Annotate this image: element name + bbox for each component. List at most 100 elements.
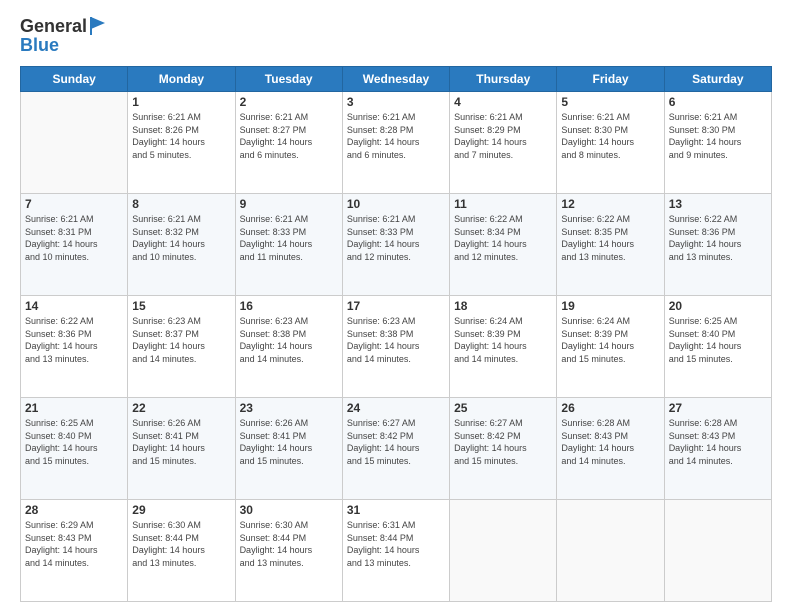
calendar-cell: 16 Sunrise: 6:23 AM Sunset: 8:38 PM Dayli… <box>235 296 342 398</box>
day-number: 7 <box>25 197 123 211</box>
day-info: Sunrise: 6:21 AM Sunset: 8:32 PM Dayligh… <box>132 213 230 263</box>
header: General Blue <box>20 16 772 56</box>
day-info: Sunrise: 6:21 AM Sunset: 8:33 PM Dayligh… <box>240 213 338 263</box>
day-number: 23 <box>240 401 338 415</box>
weekday-header-monday: Monday <box>128 67 235 92</box>
weekday-header-row: SundayMondayTuesdayWednesdayThursdayFrid… <box>21 67 772 92</box>
day-info: Sunrise: 6:22 AM Sunset: 8:36 PM Dayligh… <box>25 315 123 365</box>
day-number: 28 <box>25 503 123 517</box>
calendar-cell: 14 Sunrise: 6:22 AM Sunset: 8:36 PM Dayli… <box>21 296 128 398</box>
logo: General Blue <box>20 16 107 56</box>
calendar-cell: 21 Sunrise: 6:25 AM Sunset: 8:40 PM Dayli… <box>21 398 128 500</box>
day-number: 21 <box>25 401 123 415</box>
calendar-cell: 30Sunrise: 6:30 AM Sunset: 8:44 PM Dayli… <box>235 500 342 602</box>
calendar-cell: 20Sunrise: 6:25 AM Sunset: 8:40 PM Dayli… <box>664 296 771 398</box>
day-info: Sunrise: 6:23 AM Sunset: 8:38 PM Dayligh… <box>347 315 445 365</box>
calendar-cell: 24Sunrise: 6:27 AM Sunset: 8:42 PM Dayli… <box>342 398 449 500</box>
day-info: Sunrise: 6:21 AM Sunset: 8:29 PM Dayligh… <box>454 111 552 161</box>
calendar-cell: 4 Sunrise: 6:21 AM Sunset: 8:29 PM Daylig… <box>450 92 557 194</box>
day-info: Sunrise: 6:23 AM Sunset: 8:37 PM Dayligh… <box>132 315 230 365</box>
day-number: 31 <box>347 503 445 517</box>
calendar-cell <box>21 92 128 194</box>
day-number: 5 <box>561 95 659 109</box>
day-number: 4 <box>454 95 552 109</box>
day-number: 19 <box>561 299 659 313</box>
day-number: 6 <box>669 95 767 109</box>
day-info: Sunrise: 6:21 AM Sunset: 8:30 PM Dayligh… <box>561 111 659 161</box>
calendar-week-row: 28 Sunrise: 6:29 AM Sunset: 8:43 PM Dayli… <box>21 500 772 602</box>
calendar-cell: 17Sunrise: 6:23 AM Sunset: 8:38 PM Dayli… <box>342 296 449 398</box>
page: General Blue SundayMondayTuesdayWednesda… <box>0 0 792 612</box>
calendar-week-row: 7 Sunrise: 6:21 AM Sunset: 8:31 PM Daylig… <box>21 194 772 296</box>
calendar-cell: 18 Sunrise: 6:24 AM Sunset: 8:39 PM Dayli… <box>450 296 557 398</box>
day-info: Sunrise: 6:31 AM Sunset: 8:44 PM Dayligh… <box>347 519 445 569</box>
day-info: Sunrise: 6:21 AM Sunset: 8:33 PM Dayligh… <box>347 213 445 263</box>
day-info: Sunrise: 6:27 AM Sunset: 8:42 PM Dayligh… <box>454 417 552 467</box>
weekday-header-sunday: Sunday <box>21 67 128 92</box>
calendar-cell: 3 Sunrise: 6:21 AM Sunset: 8:28 PM Daylig… <box>342 92 449 194</box>
calendar-cell: 29Sunrise: 6:30 AM Sunset: 8:44 PM Dayli… <box>128 500 235 602</box>
day-info: Sunrise: 6:22 AM Sunset: 8:35 PM Dayligh… <box>561 213 659 263</box>
calendar-cell: 5 Sunrise: 6:21 AM Sunset: 8:30 PM Daylig… <box>557 92 664 194</box>
day-number: 29 <box>132 503 230 517</box>
calendar-cell: 6 Sunrise: 6:21 AM Sunset: 8:30 PM Daylig… <box>664 92 771 194</box>
calendar-cell: 10Sunrise: 6:21 AM Sunset: 8:33 PM Dayli… <box>342 194 449 296</box>
day-number: 14 <box>25 299 123 313</box>
calendar-week-row: 14 Sunrise: 6:22 AM Sunset: 8:36 PM Dayli… <box>21 296 772 398</box>
calendar-cell <box>450 500 557 602</box>
weekday-header-friday: Friday <box>557 67 664 92</box>
day-number: 16 <box>240 299 338 313</box>
day-info: Sunrise: 6:28 AM Sunset: 8:43 PM Dayligh… <box>669 417 767 467</box>
calendar-cell: 7 Sunrise: 6:21 AM Sunset: 8:31 PM Daylig… <box>21 194 128 296</box>
day-number: 2 <box>240 95 338 109</box>
weekday-header-wednesday: Wednesday <box>342 67 449 92</box>
calendar-week-row: 21 Sunrise: 6:25 AM Sunset: 8:40 PM Dayli… <box>21 398 772 500</box>
day-number: 11 <box>454 197 552 211</box>
calendar-cell: 2 Sunrise: 6:21 AM Sunset: 8:27 PM Daylig… <box>235 92 342 194</box>
calendar-cell: 13 Sunrise: 6:22 AM Sunset: 8:36 PM Dayli… <box>664 194 771 296</box>
calendar-cell: 15 Sunrise: 6:23 AM Sunset: 8:37 PM Dayli… <box>128 296 235 398</box>
logo-general-text: General <box>20 16 87 37</box>
day-info: Sunrise: 6:21 AM Sunset: 8:27 PM Dayligh… <box>240 111 338 161</box>
day-number: 18 <box>454 299 552 313</box>
calendar-cell <box>557 500 664 602</box>
day-number: 8 <box>132 197 230 211</box>
day-number: 3 <box>347 95 445 109</box>
calendar-cell: 11 Sunrise: 6:22 AM Sunset: 8:34 PM Dayli… <box>450 194 557 296</box>
day-number: 9 <box>240 197 338 211</box>
day-number: 1 <box>132 95 230 109</box>
day-info: Sunrise: 6:21 AM Sunset: 8:30 PM Dayligh… <box>669 111 767 161</box>
day-number: 26 <box>561 401 659 415</box>
day-info: Sunrise: 6:21 AM Sunset: 8:28 PM Dayligh… <box>347 111 445 161</box>
day-number: 30 <box>240 503 338 517</box>
day-info: Sunrise: 6:27 AM Sunset: 8:42 PM Dayligh… <box>347 417 445 467</box>
calendar-cell: 27 Sunrise: 6:28 AM Sunset: 8:43 PM Dayli… <box>664 398 771 500</box>
day-info: Sunrise: 6:22 AM Sunset: 8:36 PM Dayligh… <box>669 213 767 263</box>
calendar-cell: 1Sunrise: 6:21 AM Sunset: 8:26 PM Daylig… <box>128 92 235 194</box>
day-number: 15 <box>132 299 230 313</box>
day-number: 13 <box>669 197 767 211</box>
day-info: Sunrise: 6:23 AM Sunset: 8:38 PM Dayligh… <box>240 315 338 365</box>
day-info: Sunrise: 6:26 AM Sunset: 8:41 PM Dayligh… <box>132 417 230 467</box>
calendar-cell <box>664 500 771 602</box>
calendar-cell: 12Sunrise: 6:22 AM Sunset: 8:35 PM Dayli… <box>557 194 664 296</box>
day-number: 22 <box>132 401 230 415</box>
weekday-header-thursday: Thursday <box>450 67 557 92</box>
calendar-cell: 31 Sunrise: 6:31 AM Sunset: 8:44 PM Dayli… <box>342 500 449 602</box>
day-info: Sunrise: 6:21 AM Sunset: 8:31 PM Dayligh… <box>25 213 123 263</box>
logo-flag-icon <box>89 15 107 37</box>
calendar-cell: 22 Sunrise: 6:26 AM Sunset: 8:41 PM Dayli… <box>128 398 235 500</box>
day-info: Sunrise: 6:25 AM Sunset: 8:40 PM Dayligh… <box>25 417 123 467</box>
logo-blue-text: Blue <box>20 35 107 56</box>
day-info: Sunrise: 6:26 AM Sunset: 8:41 PM Dayligh… <box>240 417 338 467</box>
calendar-cell: 28 Sunrise: 6:29 AM Sunset: 8:43 PM Dayli… <box>21 500 128 602</box>
day-number: 27 <box>669 401 767 415</box>
day-info: Sunrise: 6:24 AM Sunset: 8:39 PM Dayligh… <box>454 315 552 365</box>
day-info: Sunrise: 6:29 AM Sunset: 8:43 PM Dayligh… <box>25 519 123 569</box>
day-info: Sunrise: 6:22 AM Sunset: 8:34 PM Dayligh… <box>454 213 552 263</box>
day-info: Sunrise: 6:25 AM Sunset: 8:40 PM Dayligh… <box>669 315 767 365</box>
day-info: Sunrise: 6:24 AM Sunset: 8:39 PM Dayligh… <box>561 315 659 365</box>
calendar-cell: 23 Sunrise: 6:26 AM Sunset: 8:41 PM Dayli… <box>235 398 342 500</box>
calendar-cell: 9 Sunrise: 6:21 AM Sunset: 8:33 PM Daylig… <box>235 194 342 296</box>
weekday-header-tuesday: Tuesday <box>235 67 342 92</box>
